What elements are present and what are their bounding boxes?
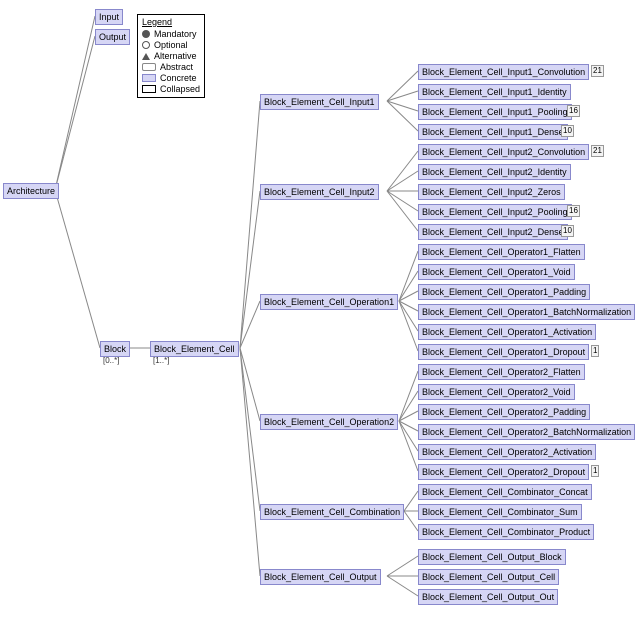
leaf-op2-flatten[interactable]: Block_Element_Cell_Operator2_Flatten [418, 364, 585, 380]
leaf-comb-concat[interactable]: Block_Element_Cell_Combinator_Concat [418, 484, 592, 500]
legend-row-collapsed: Collapsed [142, 84, 200, 94]
leaf-op1-flatten[interactable]: Block_Element_Cell_Operator1_Flatten [418, 244, 585, 260]
leaf-op2-void[interactable]: Block_Element_Cell_Operator2_Void [418, 384, 575, 400]
leaf-op1-dropout[interactable]: Block_Element_Cell_Operator1_Dropout [418, 344, 589, 360]
count-op1-dropout: 1 [591, 345, 599, 357]
legend-box: Legend Mandatory Optional Alternative Ab… [137, 14, 205, 98]
count-in1-pooling: 16 [567, 105, 580, 117]
leaf-in1-dense[interactable]: Block_Element_Cell_Input1_Dense [418, 124, 568, 140]
leaf-out-out[interactable]: Block_Element_Cell_Output_Out [418, 589, 558, 605]
node-architecture[interactable]: Architecture [3, 183, 59, 199]
leaf-op2-dropout[interactable]: Block_Element_Cell_Operator2_Dropout [418, 464, 589, 480]
leaf-in1-pooling[interactable]: Block_Element_Cell_Input1_Pooling [418, 104, 572, 120]
node-output[interactable]: Output [95, 29, 130, 45]
leaf-in2-identity[interactable]: Block_Element_Cell_Input2_Identity [418, 164, 571, 180]
legend-row-mandatory: Mandatory [142, 29, 200, 39]
count-op2-dropout: 1 [591, 465, 599, 477]
concrete-swatch-icon [142, 74, 156, 82]
node-cell-input1[interactable]: Block_Element_Cell_Input1 [260, 94, 379, 110]
legend-row-concrete: Concrete [142, 73, 200, 83]
leaf-op1-padding[interactable]: Block_Element_Cell_Operator1_Padding [418, 284, 590, 300]
leaf-in1-convolution[interactable]: Block_Element_Cell_Input1_Convolution [418, 64, 589, 80]
node-cell-input2[interactable]: Block_Element_Cell_Input2 [260, 184, 379, 200]
dot-icon [142, 30, 150, 38]
leaf-in2-dense[interactable]: Block_Element_Cell_Input2_Dense [418, 224, 568, 240]
leaf-op1-void[interactable]: Block_Element_Cell_Operator1_Void [418, 264, 575, 280]
count-in1-convolution: 21 [591, 65, 604, 77]
count-in2-pooling: 16 [567, 205, 580, 217]
leaf-op1-batchnorm[interactable]: Block_Element_Cell_Operator1_BatchNormal… [418, 304, 635, 320]
node-cell-output[interactable]: Block_Element_Cell_Output [260, 569, 381, 585]
node-block-element-cell[interactable]: Block_Element_Cell [150, 341, 239, 357]
abstract-swatch-icon [142, 63, 156, 71]
legend-row-abstract: Abstract [142, 62, 200, 72]
collapsed-swatch-icon [142, 85, 156, 93]
count-in2-convolution: 21 [591, 145, 604, 157]
node-block[interactable]: Block [100, 341, 130, 357]
circle-icon [142, 41, 150, 49]
leaf-out-cell[interactable]: Block_Element_Cell_Output_Cell [418, 569, 559, 585]
card-block: [0..*] [103, 356, 119, 365]
leaf-op2-activation[interactable]: Block_Element_Cell_Operator2_Activation [418, 444, 596, 460]
triangle-icon [142, 53, 150, 60]
card-cell: [1..*] [153, 356, 169, 365]
node-input[interactable]: Input [95, 9, 123, 25]
leaf-out-block[interactable]: Block_Element_Cell_Output_Block [418, 549, 566, 565]
legend-row-optional: Optional [142, 40, 200, 50]
node-cell-operation1[interactable]: Block_Element_Cell_Operation1 [260, 294, 398, 310]
leaf-in2-convolution[interactable]: Block_Element_Cell_Input2_Convolution [418, 144, 589, 160]
leaf-op1-activation[interactable]: Block_Element_Cell_Operator1_Activation [418, 324, 596, 340]
leaf-in2-zeros[interactable]: Block_Element_Cell_Input2_Zeros [418, 184, 565, 200]
leaf-comb-sum[interactable]: Block_Element_Cell_Combinator_Sum [418, 504, 582, 520]
count-in2-dense: 10 [561, 225, 574, 237]
leaf-comb-product[interactable]: Block_Element_Cell_Combinator_Product [418, 524, 594, 540]
node-cell-combination[interactable]: Block_Element_Cell_Combination [260, 504, 404, 520]
node-cell-operation2[interactable]: Block_Element_Cell_Operation2 [260, 414, 398, 430]
count-in1-dense: 10 [561, 125, 574, 137]
leaf-in1-identity[interactable]: Block_Element_Cell_Input1_Identity [418, 84, 571, 100]
leaf-op2-padding[interactable]: Block_Element_Cell_Operator2_Padding [418, 404, 590, 420]
leaf-op2-batchnorm[interactable]: Block_Element_Cell_Operator2_BatchNormal… [418, 424, 635, 440]
legend-title: Legend [142, 17, 200, 27]
legend-row-alternative: Alternative [142, 51, 200, 61]
leaf-in2-pooling[interactable]: Block_Element_Cell_Input2_Pooling [418, 204, 572, 220]
